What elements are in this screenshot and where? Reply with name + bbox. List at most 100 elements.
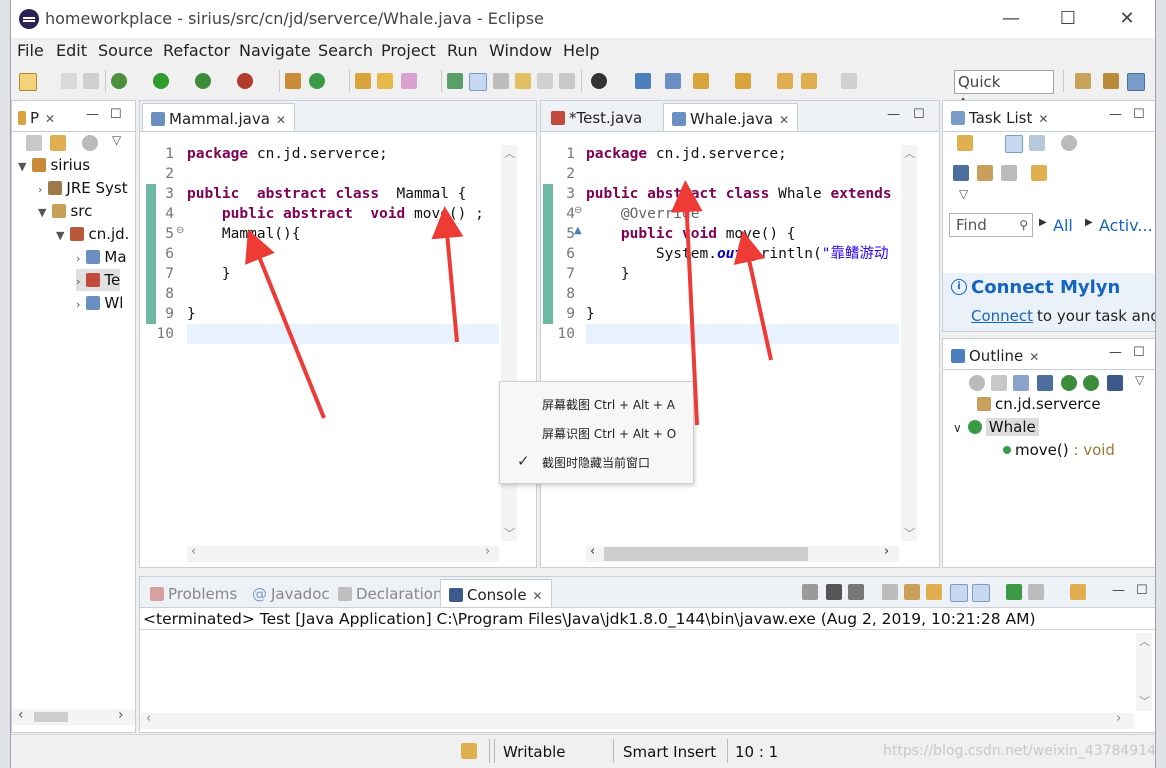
expand-icon[interactable]	[1001, 165, 1017, 181]
maximize-view-icon[interactable]: ☐	[110, 107, 122, 122]
external-tools-icon[interactable]	[237, 73, 253, 89]
expanded-chevron-icon[interactable]: ∨	[953, 421, 962, 435]
java-ee-perspective-icon[interactable]	[1103, 73, 1119, 89]
new-class-icon[interactable]	[309, 73, 325, 89]
close-icon[interactable]: ✕	[1038, 112, 1048, 126]
run-icon[interactable]	[153, 73, 169, 89]
focus-task-icon[interactable]	[1061, 135, 1077, 151]
tree-item-package[interactable]: ▼ cn.jd.	[56, 223, 129, 245]
tab-problems[interactable]: Problems	[142, 579, 245, 607]
tree-item-whale[interactable]: › Wl	[76, 292, 123, 314]
tree-item-test[interactable]: › Te	[76, 269, 121, 291]
code-area[interactable]: package cn.jd.serverce; public abstract …	[586, 144, 899, 344]
toggle-mark-icon[interactable]	[515, 73, 531, 89]
scroll-down-icon[interactable]: ﹀	[504, 525, 515, 541]
outline-method[interactable]: move() : void	[1003, 439, 1115, 461]
console-hscrollbar[interactable]: ‹ ›	[140, 711, 1134, 729]
scroll-down-icon[interactable]: ﹀	[904, 525, 915, 541]
tree-item-jre[interactable]: › JRE Syst	[38, 177, 128, 199]
scroll-up-icon[interactable]: ︿	[504, 145, 515, 161]
explorer-hscrollbar[interactable]: ‹ ›	[12, 707, 135, 725]
menu-item-hide-window[interactable]: 截图时隐藏当前窗口	[542, 454, 650, 471]
open-type-icon[interactable]	[355, 73, 371, 89]
maximize-view-icon[interactable]: ☐	[1136, 583, 1148, 598]
hide-completed-icon[interactable]	[953, 165, 969, 181]
menu-help[interactable]: Help	[563, 41, 599, 60]
minimize-editor-icon[interactable]: —	[887, 107, 900, 122]
hide-fields-icon[interactable]	[1037, 375, 1053, 391]
collapsed-chevron-icon[interactable]: ›	[76, 275, 80, 288]
maximize-button[interactable]: ☐	[1048, 6, 1088, 32]
menu-project[interactable]: Project	[381, 41, 436, 60]
tab-outline[interactable]: Outline ✕	[943, 341, 1047, 369]
menu-item-ocr[interactable]: 屏幕识图 Ctrl + Alt + O	[542, 425, 676, 442]
status-icon[interactable]	[461, 743, 477, 759]
menu-search[interactable]: Search	[318, 41, 373, 60]
editor-vscrollbar[interactable]: ︿ ﹀	[901, 145, 917, 541]
minimize-button[interactable]: —	[991, 6, 1031, 32]
collapse-icon[interactable]	[977, 165, 993, 181]
close-icon[interactable]: ✕	[779, 113, 789, 127]
display-console-icon[interactable]	[1028, 584, 1044, 600]
java-perspective-icon[interactable]	[1127, 73, 1145, 91]
tab-whale-java[interactable]: Whale.java ✕	[663, 103, 799, 131]
tab-task-list[interactable]: Task List ✕	[943, 103, 1056, 131]
scroll-left-icon[interactable]: ‹	[590, 544, 595, 559]
minimize-view-icon[interactable]: —	[1109, 345, 1122, 360]
close-icon[interactable]: ✕	[45, 112, 55, 126]
scroll-right-icon[interactable]: ›	[485, 544, 490, 559]
activate-link[interactable]: Activ...	[1099, 216, 1153, 235]
hide-static-icon[interactable]	[1061, 375, 1077, 391]
minimize-view-icon[interactable]: —	[86, 107, 99, 122]
expanded-chevron-icon[interactable]: ▼	[56, 229, 64, 242]
fold-icon[interactable]: ⊖	[176, 225, 184, 236]
scroll-left-icon[interactable]: ‹	[18, 707, 24, 723]
forward-icon[interactable]	[841, 73, 857, 89]
maximize-editor-icon[interactable]: ☐	[913, 107, 925, 122]
show-on-error-icon[interactable]	[972, 584, 990, 602]
sort-icon[interactable]	[1013, 375, 1029, 391]
editor-hscrollbar[interactable]: ‹ ›	[586, 544, 899, 562]
scroll-thumb[interactable]	[34, 712, 68, 722]
show-whitespace-icon[interactable]	[493, 73, 509, 89]
pin-console-icon[interactable]	[1006, 584, 1022, 600]
coverage-icon[interactable]	[195, 73, 211, 89]
open-console-icon[interactable]	[1070, 584, 1086, 600]
view-menu-chevron-icon[interactable]: ▽	[959, 187, 968, 201]
menu-run[interactable]: Run	[447, 41, 478, 60]
new-java-project-icon[interactable]	[285, 73, 301, 89]
new-icon[interactable]	[19, 73, 37, 91]
tab-javadoc[interactable]: @ Javadoc	[244, 579, 338, 607]
outline-class[interactable]: ∨ Whale	[953, 416, 1039, 438]
next-annotation-icon[interactable]	[693, 73, 709, 89]
view-menu-chevron-icon[interactable]: ▽	[112, 133, 121, 147]
scroll-lock-icon[interactable]	[904, 584, 920, 600]
tab-mammal-java[interactable]: Mammal.java ✕	[142, 103, 295, 131]
word-wrap-icon[interactable]	[926, 584, 942, 600]
link-editor-icon[interactable]	[50, 135, 66, 151]
clear-console-icon[interactable]	[882, 584, 898, 600]
terminate-icon[interactable]	[802, 584, 818, 600]
maximize-view-icon[interactable]: ☐	[1133, 107, 1145, 122]
back-icon[interactable]	[801, 73, 817, 89]
scroll-left-icon[interactable]: ‹	[146, 711, 151, 726]
save-icon[interactable]	[61, 73, 77, 89]
hide-local-types-icon[interactable]	[1107, 375, 1123, 391]
console-vscrollbar[interactable]: ︿ ﹀	[1136, 633, 1152, 711]
highlight-icon[interactable]	[469, 73, 487, 91]
tab-package-explorer[interactable]: P ✕	[12, 103, 63, 131]
scroll-right-icon[interactable]: ›	[884, 544, 889, 559]
close-icon[interactable]: ✕	[1029, 350, 1039, 364]
menu-refactor[interactable]: Refactor	[163, 41, 230, 60]
debug-icon[interactable]	[111, 73, 127, 89]
tab-declaration[interactable]: Declaration	[330, 579, 450, 607]
annotation-icon[interactable]	[447, 73, 463, 89]
scroll-right-icon[interactable]: ›	[1116, 711, 1121, 726]
maximize-view-icon[interactable]: ☐	[1133, 345, 1145, 360]
search-tool-icon[interactable]	[401, 73, 417, 89]
menu-navigate[interactable]: Navigate	[239, 41, 311, 60]
tree-item-mammal[interactable]: › Ma	[76, 246, 127, 268]
scroll-thumb[interactable]	[604, 547, 808, 561]
close-icon[interactable]: ✕	[533, 589, 543, 603]
collapsed-chevron-icon[interactable]: ›	[76, 252, 80, 265]
